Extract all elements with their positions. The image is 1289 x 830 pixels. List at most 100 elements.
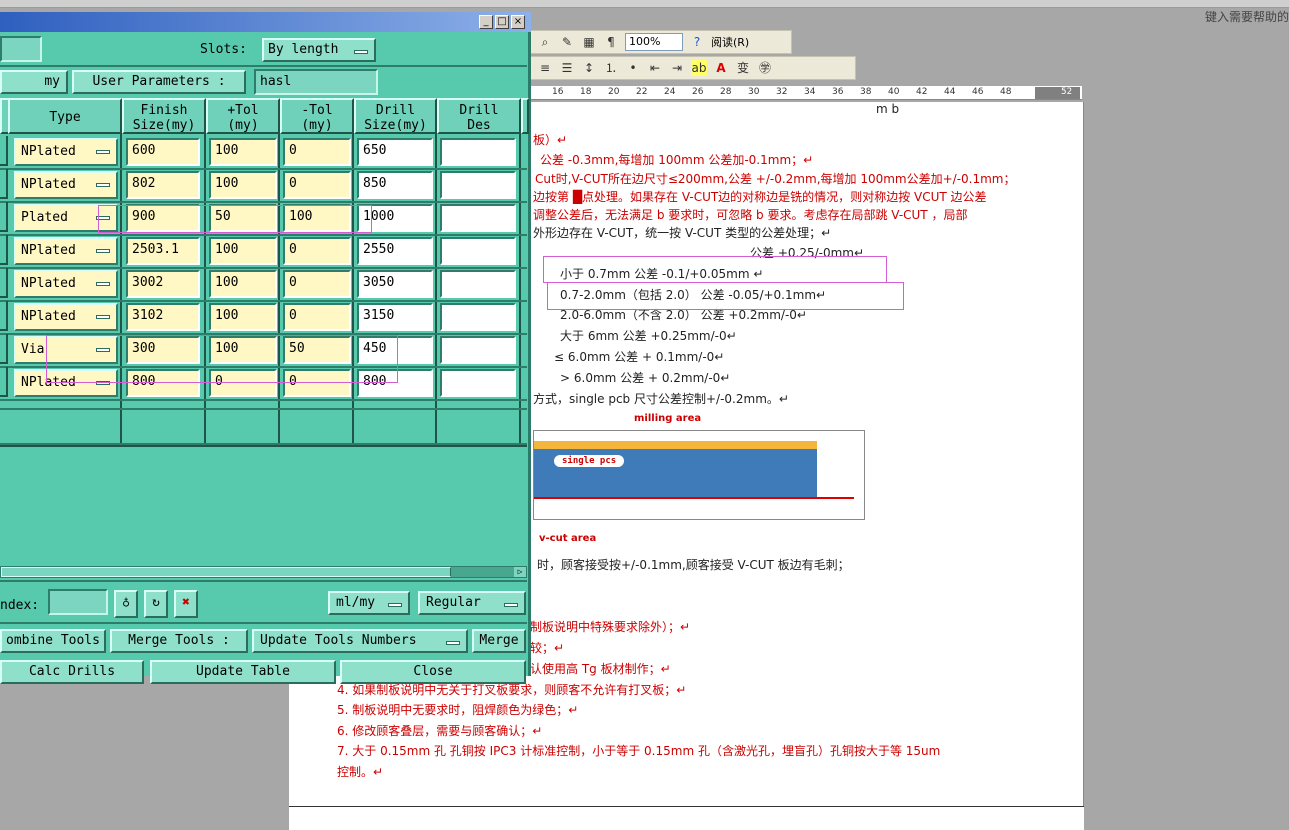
close-window-button[interactable]: × <box>511 15 525 29</box>
merge-button[interactable]: Merge <box>472 629 526 653</box>
merge-tools-select[interactable]: Update Tools Numbers <box>252 629 468 653</box>
numbering-icon[interactable]: ⒈ <box>603 60 619 76</box>
finish-size-field[interactable]: 600 <box>126 138 200 166</box>
drawing-icon[interactable]: ✎ <box>559 34 575 50</box>
row-selector[interactable] <box>0 202 8 232</box>
calc-drills-button[interactable]: Calc Drills <box>0 660 144 684</box>
bulb-icon[interactable]: ♁ <box>114 590 138 618</box>
plus-tol-field[interactable]: 100 <box>209 171 277 199</box>
column-header-drill-des[interactable]: Drill Des <box>437 98 521 134</box>
distribute-icon[interactable]: ☰ <box>559 60 575 76</box>
mode-select[interactable]: Regular <box>418 591 526 615</box>
plus-tol-field[interactable]: 100 <box>209 303 277 331</box>
list-item: 较；↵ <box>530 641 565 655</box>
read-button[interactable]: 阅读(R) <box>711 34 749 50</box>
font-color-icon[interactable]: A <box>713 60 729 76</box>
show-hide-icon[interactable]: ¶ <box>603 34 619 50</box>
increase-indent-icon[interactable]: ⇥ <box>669 60 685 76</box>
close-button[interactable]: Close <box>340 660 526 684</box>
horizontal-scrollbar[interactable]: ▷ <box>0 566 527 578</box>
drill-des-field[interactable] <box>440 138 516 166</box>
vcut-area-label: v-cut area <box>539 533 597 544</box>
column-header-type[interactable]: Type <box>8 98 122 134</box>
plus-tol-field[interactable]: 100 <box>209 138 277 166</box>
column-header-ntol[interactable]: -Tol (my) <box>280 98 354 134</box>
drill-des-field[interactable] <box>440 303 516 331</box>
dropdown-icon <box>96 150 110 154</box>
row-selector[interactable] <box>0 136 8 166</box>
type-select[interactable]: NPlated <box>14 270 118 298</box>
list-item: 控制。↵ <box>337 765 384 779</box>
units-select[interactable]: ml/my <box>328 591 410 615</box>
align-justify-icon[interactable]: ≡ <box>537 60 553 76</box>
drill-size-field[interactable]: 850 <box>357 171 433 199</box>
type-select[interactable]: NPlated <box>14 138 118 166</box>
type-select[interactable]: NPlated <box>14 237 118 265</box>
plus-tol-field[interactable]: 100 <box>209 237 277 265</box>
dialog-title-bar[interactable]: _ □ × <box>0 12 531 32</box>
minus-tol-field[interactable]: 0 <box>283 270 351 298</box>
row-selector[interactable] <box>0 301 8 331</box>
finish-size-field[interactable]: 2503.1 <box>126 237 200 265</box>
ruler-tick: 26 <box>692 87 704 97</box>
column-header-finish[interactable]: Finish Size(my) <box>122 98 206 134</box>
cell-value: 100 <box>215 308 239 323</box>
finish-size-field[interactable]: 3002 <box>126 270 200 298</box>
slots-select[interactable]: By length <box>262 38 376 62</box>
highlight-box <box>547 282 904 310</box>
table-icon[interactable]: ▦ <box>581 34 597 50</box>
minus-tol-field[interactable]: 0 <box>283 303 351 331</box>
finish-size-field[interactable]: 3102 <box>126 303 200 331</box>
bullets-icon[interactable]: • <box>625 60 641 76</box>
minus-tol-field[interactable]: 0 <box>283 138 351 166</box>
phonetic-icon[interactable]: 变 <box>735 60 751 76</box>
finish-size-field[interactable]: 802 <box>126 171 200 199</box>
scroll-thumb[interactable] <box>1 567 451 577</box>
drill-size-field[interactable]: 3050 <box>357 270 433 298</box>
line-spacing-icon[interactable]: ↕ <box>581 60 597 76</box>
drill-size-field[interactable]: 2550 <box>357 237 433 265</box>
refresh-icon[interactable]: ↻ <box>144 590 168 618</box>
minus-tol-field[interactable]: 0 <box>283 237 351 265</box>
research-icon[interactable]: ⌕ <box>537 34 553 50</box>
cell-value: 0 <box>289 308 297 323</box>
drill-size-field[interactable]: 650 <box>357 138 433 166</box>
job-field[interactable] <box>0 36 42 62</box>
drill-des-field[interactable] <box>440 171 516 199</box>
doc-line: 边按第 █点处理。如果存在 V-CUT边的对称边是铣的情况，则对称边按 VCUT… <box>533 190 987 204</box>
drill-des-field[interactable] <box>440 369 516 397</box>
delete-icon[interactable]: ✖ <box>174 590 198 618</box>
decrease-indent-icon[interactable]: ⇤ <box>647 60 663 76</box>
highlight-icon[interactable]: ab <box>691 60 707 76</box>
help-search-box[interactable]: 键入需要帮助的 <box>1205 8 1289 25</box>
drill-des-field[interactable] <box>440 204 516 232</box>
combine-tools-button[interactable]: ombine Tools <box>0 629 106 653</box>
row-selector[interactable] <box>0 334 8 364</box>
column-header-drill[interactable]: Drill Size(my) <box>354 98 437 134</box>
maximize-button[interactable]: □ <box>495 15 509 29</box>
enclose-char-icon[interactable]: ㊫ <box>757 60 773 76</box>
minimize-button[interactable]: _ <box>479 15 493 29</box>
index-field[interactable] <box>48 589 108 615</box>
row-selector[interactable] <box>0 235 8 265</box>
drill-des-field[interactable] <box>440 237 516 265</box>
column-header-ptol[interactable]: +Tol (my) <box>206 98 280 134</box>
type-select[interactable]: NPlated <box>14 171 118 199</box>
drill-des-field[interactable] <box>440 336 516 364</box>
type-select[interactable]: NPlated <box>14 303 118 331</box>
row-selector[interactable] <box>0 169 8 199</box>
row-selector[interactable] <box>0 268 8 298</box>
zoom-select[interactable]: 100% <box>625 33 683 51</box>
row-selector[interactable] <box>0 367 8 397</box>
row-line <box>0 408 527 410</box>
doc-line: 公差 -0.3mm,每增加 100mm 公差加-0.1mm；↵ <box>540 153 814 167</box>
help-icon[interactable]: ? <box>689 34 705 50</box>
drill-des-field[interactable] <box>440 270 516 298</box>
minus-tol-field[interactable]: 0 <box>283 171 351 199</box>
user-params-field[interactable]: hasl <box>254 69 378 95</box>
ruler-tick: 24 <box>664 87 676 97</box>
scroll-right-arrow-icon[interactable]: ▷ <box>514 567 526 577</box>
drill-size-field[interactable]: 3150 <box>357 303 433 331</box>
plus-tol-field[interactable]: 100 <box>209 270 277 298</box>
update-table-button[interactable]: Update Table <box>150 660 336 684</box>
